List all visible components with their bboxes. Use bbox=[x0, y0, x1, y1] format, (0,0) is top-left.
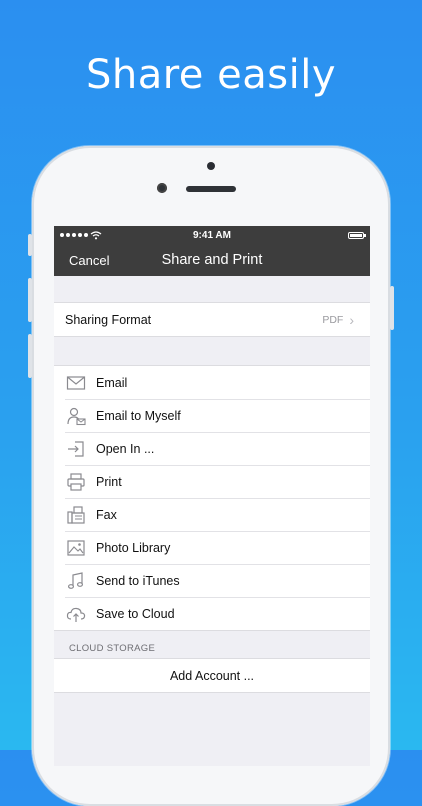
share-actions-list: Email Email to Myself Open In ... Print … bbox=[54, 365, 370, 631]
volume-up-button bbox=[28, 278, 32, 322]
chevron-right-icon: › bbox=[349, 311, 354, 328]
action-photo-library[interactable]: Photo Library bbox=[54, 531, 370, 564]
volume-down-button bbox=[28, 334, 32, 378]
action-label: Send to iTunes bbox=[96, 573, 180, 588]
navigation-bar: Cancel Share and Print bbox=[54, 244, 370, 276]
cloud-storage-group: Add Account ... bbox=[54, 658, 370, 693]
action-label: Save to Cloud bbox=[96, 606, 175, 621]
open-in-icon bbox=[65, 438, 87, 460]
action-label: Print bbox=[96, 474, 122, 489]
fax-icon bbox=[65, 504, 87, 526]
phone-screen: 9:41 AM Cancel Share and Print Sharing F… bbox=[54, 226, 370, 766]
cancel-button[interactable]: Cancel bbox=[69, 253, 109, 268]
proximity-sensor bbox=[207, 162, 215, 170]
mute-switch bbox=[28, 234, 32, 256]
status-time: 9:41 AM bbox=[193, 229, 231, 241]
cloud-upload-icon bbox=[65, 603, 87, 625]
person-mail-icon bbox=[65, 405, 87, 427]
sharing-format-group: Sharing Format PDF › bbox=[54, 302, 370, 337]
action-open-in[interactable]: Open In ... bbox=[54, 432, 370, 465]
action-label: Open In ... bbox=[96, 441, 155, 456]
action-email[interactable]: Email bbox=[54, 366, 370, 399]
status-bar: 9:41 AM bbox=[54, 226, 370, 244]
action-send-to-itunes[interactable]: Send to iTunes bbox=[54, 564, 370, 597]
printer-icon bbox=[65, 471, 87, 493]
earpiece-speaker bbox=[186, 186, 236, 192]
battery-icon bbox=[348, 231, 366, 239]
action-print[interactable]: Print bbox=[54, 465, 370, 498]
sharing-format-label: Sharing Format bbox=[65, 312, 152, 327]
photo-icon bbox=[65, 537, 87, 559]
front-camera bbox=[157, 183, 167, 193]
sharing-format-row[interactable]: Sharing Format PDF › bbox=[54, 303, 370, 336]
action-label: Email to Myself bbox=[96, 408, 181, 423]
cloud-storage-header: CLOUD STORAGE bbox=[69, 643, 156, 654]
power-button bbox=[390, 286, 394, 330]
action-label: Email bbox=[96, 375, 128, 390]
headline: Share easily bbox=[85, 52, 336, 98]
sharing-format-value: PDF bbox=[322, 313, 344, 326]
action-save-to-cloud[interactable]: Save to Cloud bbox=[54, 597, 370, 630]
music-note-icon bbox=[65, 570, 87, 592]
action-label: Photo Library bbox=[96, 540, 171, 555]
action-fax[interactable]: Fax bbox=[54, 498, 370, 531]
add-account-label: Add Account ... bbox=[169, 668, 255, 683]
envelope-icon bbox=[65, 372, 87, 394]
add-account-button[interactable]: Add Account ... bbox=[54, 659, 370, 692]
action-email-to-myself[interactable]: Email to Myself bbox=[54, 399, 370, 432]
action-label: Fax bbox=[96, 507, 117, 522]
